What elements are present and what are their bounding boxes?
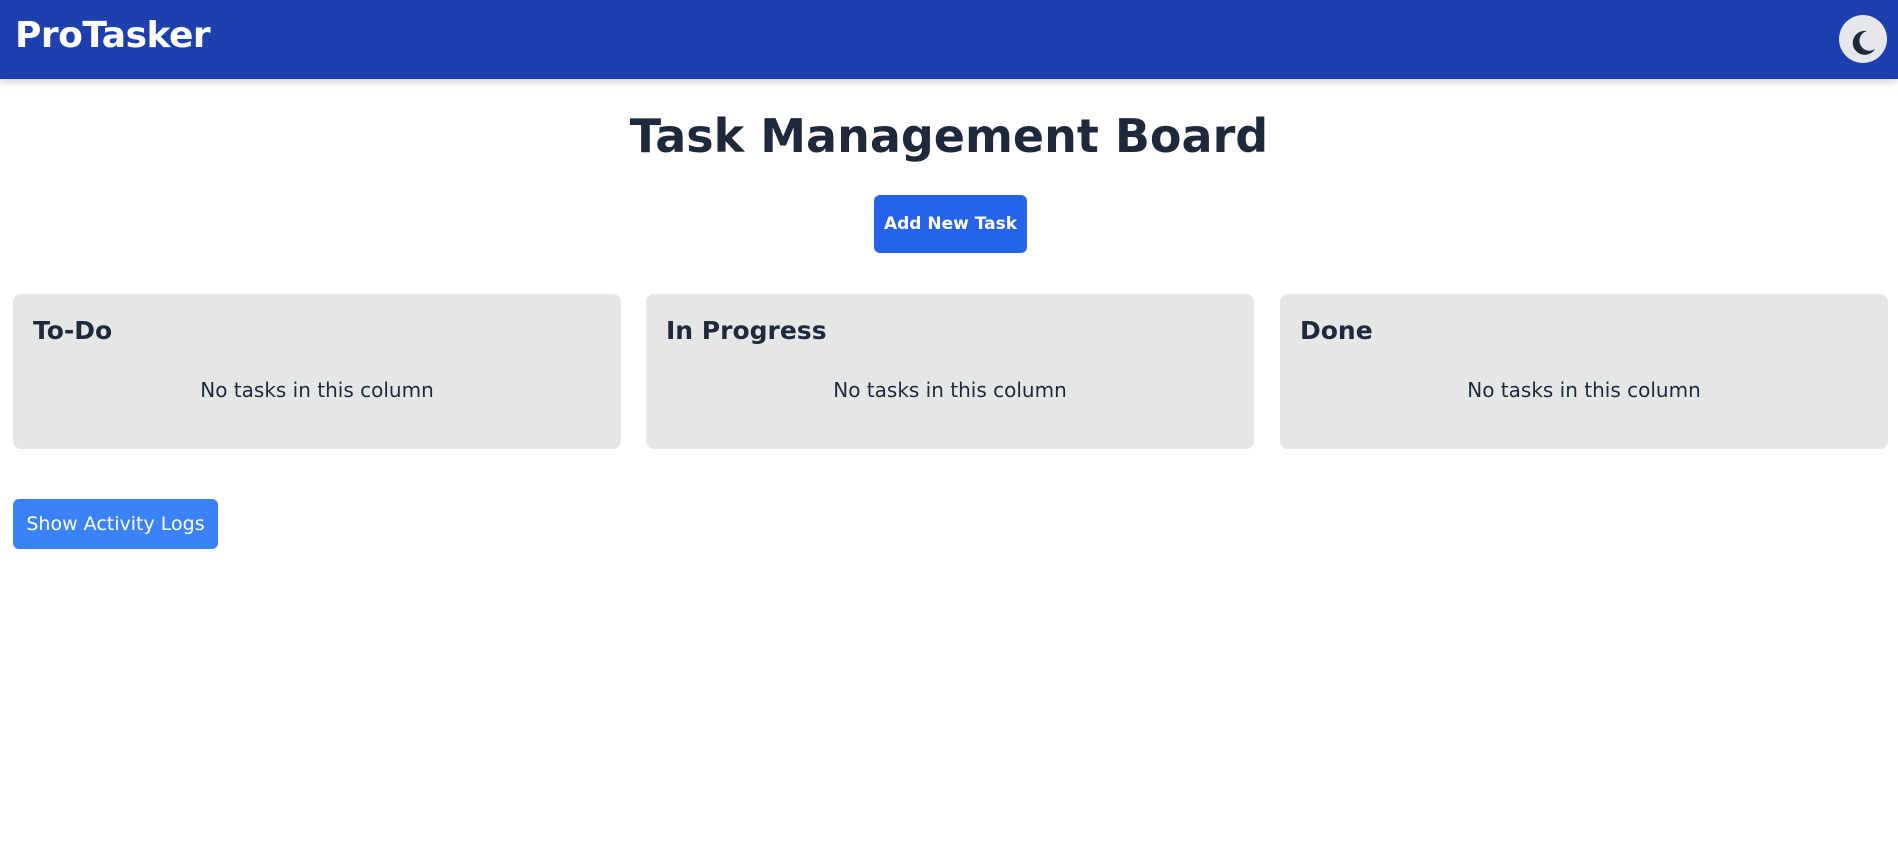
- column-in-progress: In Progress No tasks in this column: [646, 294, 1254, 449]
- column-title-todo: To-Do: [33, 316, 113, 345]
- top-navbar: ProTasker: [0, 0, 1898, 79]
- column-todo: To-Do No tasks in this column: [13, 294, 621, 449]
- show-activity-logs-button[interactable]: Show Activity Logs: [13, 499, 218, 549]
- theme-toggle-button[interactable]: [1839, 15, 1887, 63]
- column-done: Done No tasks in this column: [1280, 294, 1888, 449]
- moon-icon: [1852, 30, 1875, 55]
- empty-message-done: No tasks in this column: [1467, 378, 1701, 402]
- empty-message-in-progress: No tasks in this column: [833, 378, 1067, 402]
- column-title-in-progress: In Progress: [666, 316, 827, 345]
- add-new-task-button[interactable]: Add New Task: [874, 195, 1027, 253]
- app-logo[interactable]: ProTasker: [15, 18, 211, 54]
- column-title-done: Done: [1300, 316, 1373, 345]
- empty-message-todo: No tasks in this column: [200, 378, 434, 402]
- page-title: Task Management Board: [629, 109, 1269, 163]
